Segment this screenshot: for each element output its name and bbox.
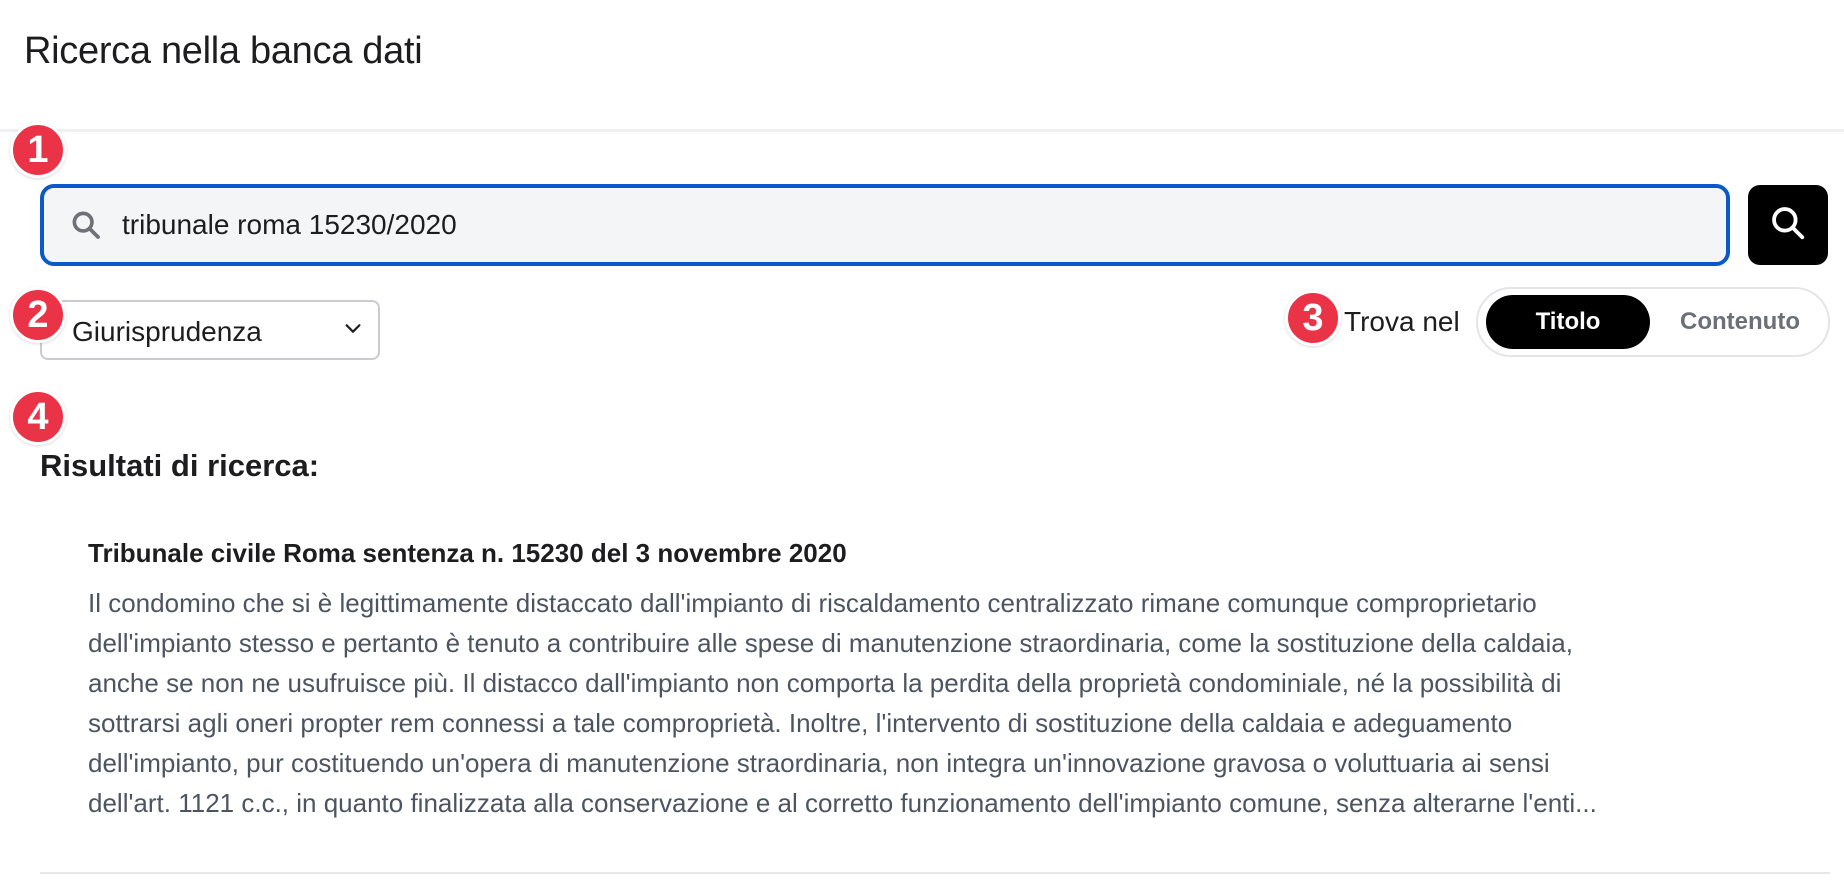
page-header: Ricerca nella banca dati (0, 0, 1844, 132)
page: Ricerca nella banca dati Giurisprudenza (0, 0, 1844, 886)
search-input[interactable] (122, 205, 1726, 245)
search-icon (66, 205, 106, 245)
annotation-badge-3: 3 (1285, 290, 1341, 346)
annotation-badge-1: 1 (10, 122, 66, 178)
toggle-titolo[interactable]: Titolo (1486, 295, 1650, 349)
category-select[interactable]: Giurisprudenza (40, 300, 380, 360)
page-title: Ricerca nella banca dati (24, 30, 423, 72)
result-divider (40, 872, 1830, 874)
result-snippet: Il condomino che si è legittimamente dis… (88, 588, 1597, 818)
annotation-badge-4: 4 (10, 389, 66, 445)
category-select-value: Giurisprudenza (72, 316, 262, 347)
find-in-toggle: Titolo Contenuto (1476, 287, 1830, 357)
annotation-badge-2: 2 (10, 287, 66, 343)
search-box[interactable] (40, 184, 1730, 266)
result-item: Tribunale civile Roma sentenza n. 15230 … (88, 538, 1768, 823)
search-button[interactable] (1748, 185, 1828, 265)
toggle-contenuto[interactable]: Contenuto (1658, 295, 1822, 349)
find-in-label: Trova nel (1344, 306, 1460, 337)
results-heading: Risultati di ricerca: (40, 448, 320, 483)
chevron-down-icon (342, 317, 364, 344)
search-icon (1769, 204, 1807, 247)
result-title-link[interactable]: Tribunale civile Roma sentenza n. 15230 … (88, 538, 1768, 569)
